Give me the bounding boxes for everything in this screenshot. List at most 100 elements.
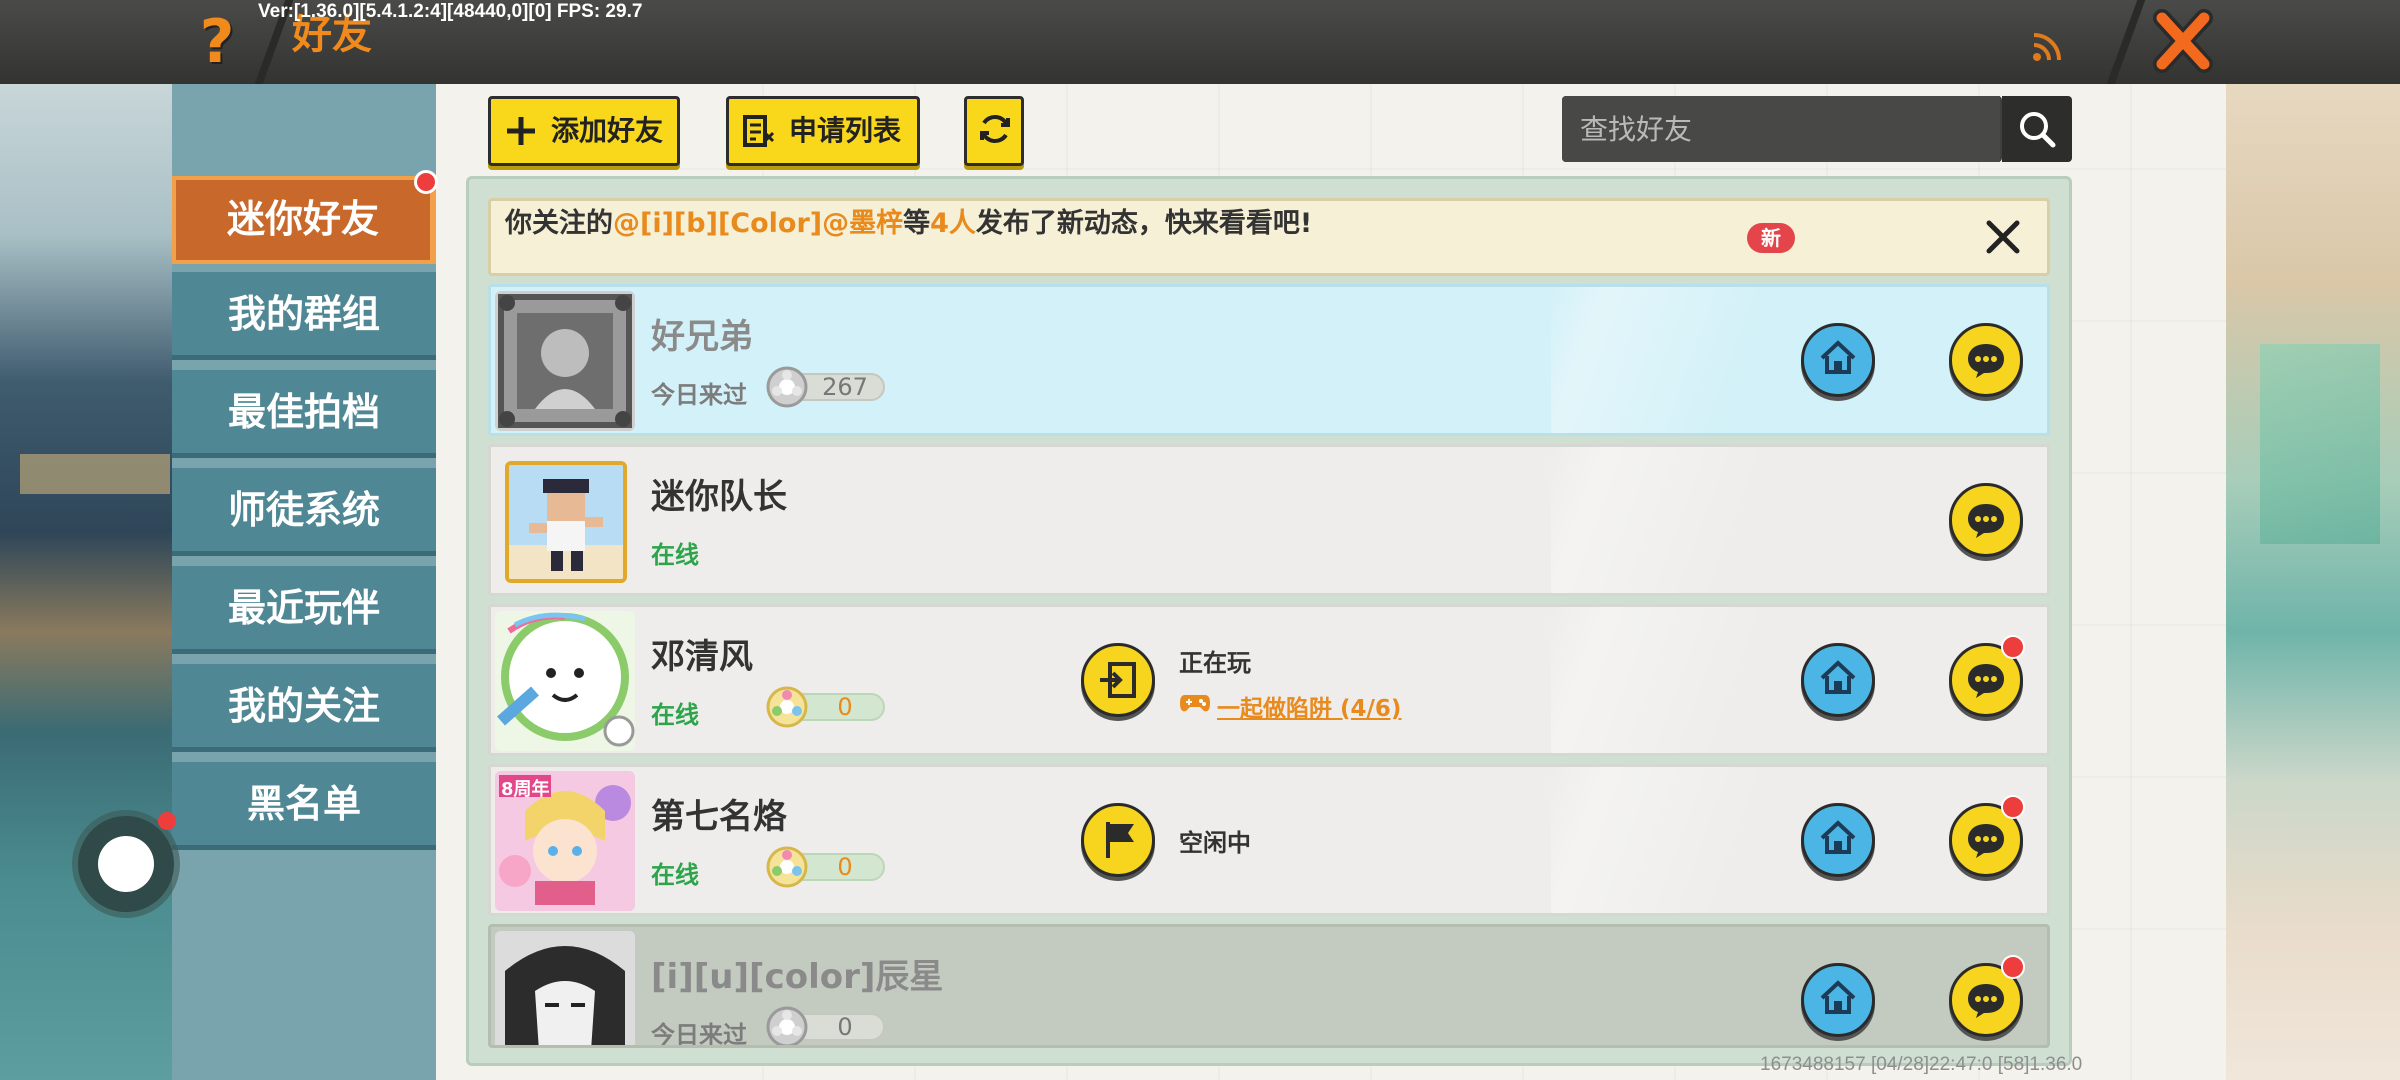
notice-count: 4人 — [930, 208, 976, 239]
add-friend-label: 添加好友 — [551, 114, 664, 147]
search-icon — [2020, 112, 2056, 148]
footer-info: 1673488157 [04/28]22:47:0 [58]1.36.0 — [1760, 1054, 2083, 1075]
notice-text: 你关注的@[i][b][Color]@墨梓等4人发布了新动态，快来看看吧! — [505, 201, 1312, 240]
coin-counter: 0 — [765, 1005, 885, 1045]
list-icon — [743, 115, 775, 147]
floating-joystick[interactable] — [78, 816, 174, 912]
friend-row[interactable]: 邓清风 在线 0 正在玩 一起做陷阱 (4/6) — [488, 604, 2050, 756]
refresh-button[interactable] — [964, 96, 1024, 166]
activity-game: 一起做陷阱 (4/6) — [1217, 696, 1402, 722]
new-badge: 新 — [1747, 223, 1795, 253]
chat-button[interactable] — [1949, 323, 2023, 397]
activity-notice[interactable]: 你关注的@[i][b][Color]@墨梓等4人发布了新动态，快来看看吧! 新 — [488, 198, 2050, 276]
friend-row[interactable]: [i][u][color]辰星 今日来过 0 — [488, 924, 2050, 1048]
plus-icon — [507, 117, 535, 145]
debug-info: Ver:[1.36.0][5.4.1.2:4][48440,0][0] FPS:… — [258, 1, 643, 22]
search-button[interactable] — [2002, 96, 2072, 162]
gamepad-icon — [1180, 695, 1210, 712]
apply-list-label: 申请列表 — [789, 114, 902, 147]
avatar-frame-icon — [498, 294, 632, 428]
gem-icon — [766, 686, 808, 728]
activity-game-link[interactable]: 一起做陷阱 (4/6) — [1179, 689, 1401, 723]
tab-recent-playmates[interactable]: 最近玩伴 — [172, 566, 436, 654]
notice-middle: 等 — [903, 208, 931, 239]
tab-my-groups[interactable]: 我的群组 — [172, 272, 436, 360]
close-divider — [2106, 0, 2146, 84]
visit-home-button[interactable] — [1801, 803, 1875, 877]
house-icon — [1820, 980, 1856, 1014]
tab-best-partner[interactable]: 最佳拍档 — [172, 370, 436, 458]
unread-dot — [2001, 955, 2025, 979]
avatar — [495, 291, 635, 431]
avatar-character-icon — [497, 612, 635, 747]
tab-blacklist[interactable]: 黑名单 — [172, 762, 436, 850]
notice-prefix: 你关注的 — [505, 208, 613, 239]
activity-label: 正在玩 — [1179, 649, 1251, 677]
join-game-button[interactable] — [1081, 643, 1155, 717]
chat-bubble-icon — [1968, 824, 2004, 858]
notice-user-name: @[i][b][Color]@墨梓 — [613, 208, 904, 239]
house-icon — [1820, 340, 1856, 374]
chat-bubble-icon — [1968, 504, 2004, 538]
friend-status: 今日来过 — [651, 381, 747, 409]
search-input[interactable] — [1562, 96, 2000, 162]
search-box — [1562, 96, 2002, 162]
joystick-knob — [98, 836, 154, 892]
friend-name: 邓清风 — [651, 637, 753, 677]
friend-name: 好兄弟 — [651, 317, 753, 357]
friend-status: 今日来过 — [651, 1021, 747, 1048]
notification-dot — [414, 170, 438, 194]
apply-list-button[interactable]: 申请列表 — [726, 96, 920, 166]
friend-row[interactable]: 8周年 第七名烙 在线 0 空闲中 — [488, 764, 2050, 916]
gem-icon — [766, 1006, 808, 1045]
coin-value: 267 — [822, 373, 868, 401]
avatar-character-icon — [509, 465, 623, 579]
gem-icon — [766, 846, 808, 888]
close-icon[interactable] — [1981, 215, 2025, 259]
unread-dot — [2001, 635, 2025, 659]
chat-bubble-icon — [1968, 344, 2004, 378]
avatar — [495, 611, 635, 751]
flag-button[interactable] — [1081, 803, 1155, 877]
enter-icon — [1100, 662, 1136, 698]
friend-name: [i][u][color]辰星 — [651, 957, 944, 997]
tab-my-follows[interactable]: 我的关注 — [172, 664, 436, 752]
anniversary-badge-icon: 8周年 — [501, 779, 550, 800]
flag-icon — [1106, 822, 1134, 858]
friend-status: 在线 — [651, 861, 699, 889]
avatar — [495, 931, 635, 1045]
coin-value: 0 — [837, 853, 853, 881]
background-scenery-right — [2220, 84, 2400, 1080]
joystick-notification-dot — [158, 812, 176, 830]
friend-row[interactable]: 迷你队长 在线 — [488, 444, 2050, 596]
chat-button[interactable] — [1949, 483, 2023, 557]
friend-row[interactable]: 好兄弟 今日来过 267 — [488, 284, 2050, 436]
coin-counter: 0 — [765, 845, 885, 888]
activity-label: 空闲中 — [1179, 829, 1251, 857]
unread-dot — [2001, 795, 2025, 819]
refresh-icon — [980, 115, 1010, 143]
tab-mentor-system[interactable]: 师徒系统 — [172, 468, 436, 556]
visit-home-button[interactable] — [1801, 963, 1875, 1037]
house-icon — [1820, 820, 1856, 854]
close-x-icon[interactable] — [2150, 6, 2216, 76]
gem-icon — [766, 366, 808, 408]
house-icon — [1820, 660, 1856, 694]
visit-home-button[interactable] — [1801, 323, 1875, 397]
friend-name: 第七名烙 — [651, 797, 787, 837]
avatar — [505, 461, 627, 583]
coin-counter: 0 — [765, 685, 885, 728]
question-mark-icon[interactable]: ? — [190, 10, 244, 74]
friend-name: 迷你队长 — [651, 477, 787, 517]
friend-status: 在线 — [651, 701, 699, 729]
friend-status: 在线 — [651, 541, 699, 569]
tab-mini-friends[interactable]: 迷你好友 — [172, 176, 436, 264]
add-friend-button[interactable]: 添加好友 — [488, 96, 680, 166]
avatar: 8周年 — [495, 771, 635, 911]
coin-counter: 267 — [765, 365, 885, 408]
chat-bubble-icon — [1968, 984, 2004, 1018]
visit-home-button[interactable] — [1801, 643, 1875, 717]
background-scenery-left — [0, 84, 180, 1080]
rss-icon — [2033, 33, 2061, 61]
avatar-character-icon — [495, 931, 635, 1045]
